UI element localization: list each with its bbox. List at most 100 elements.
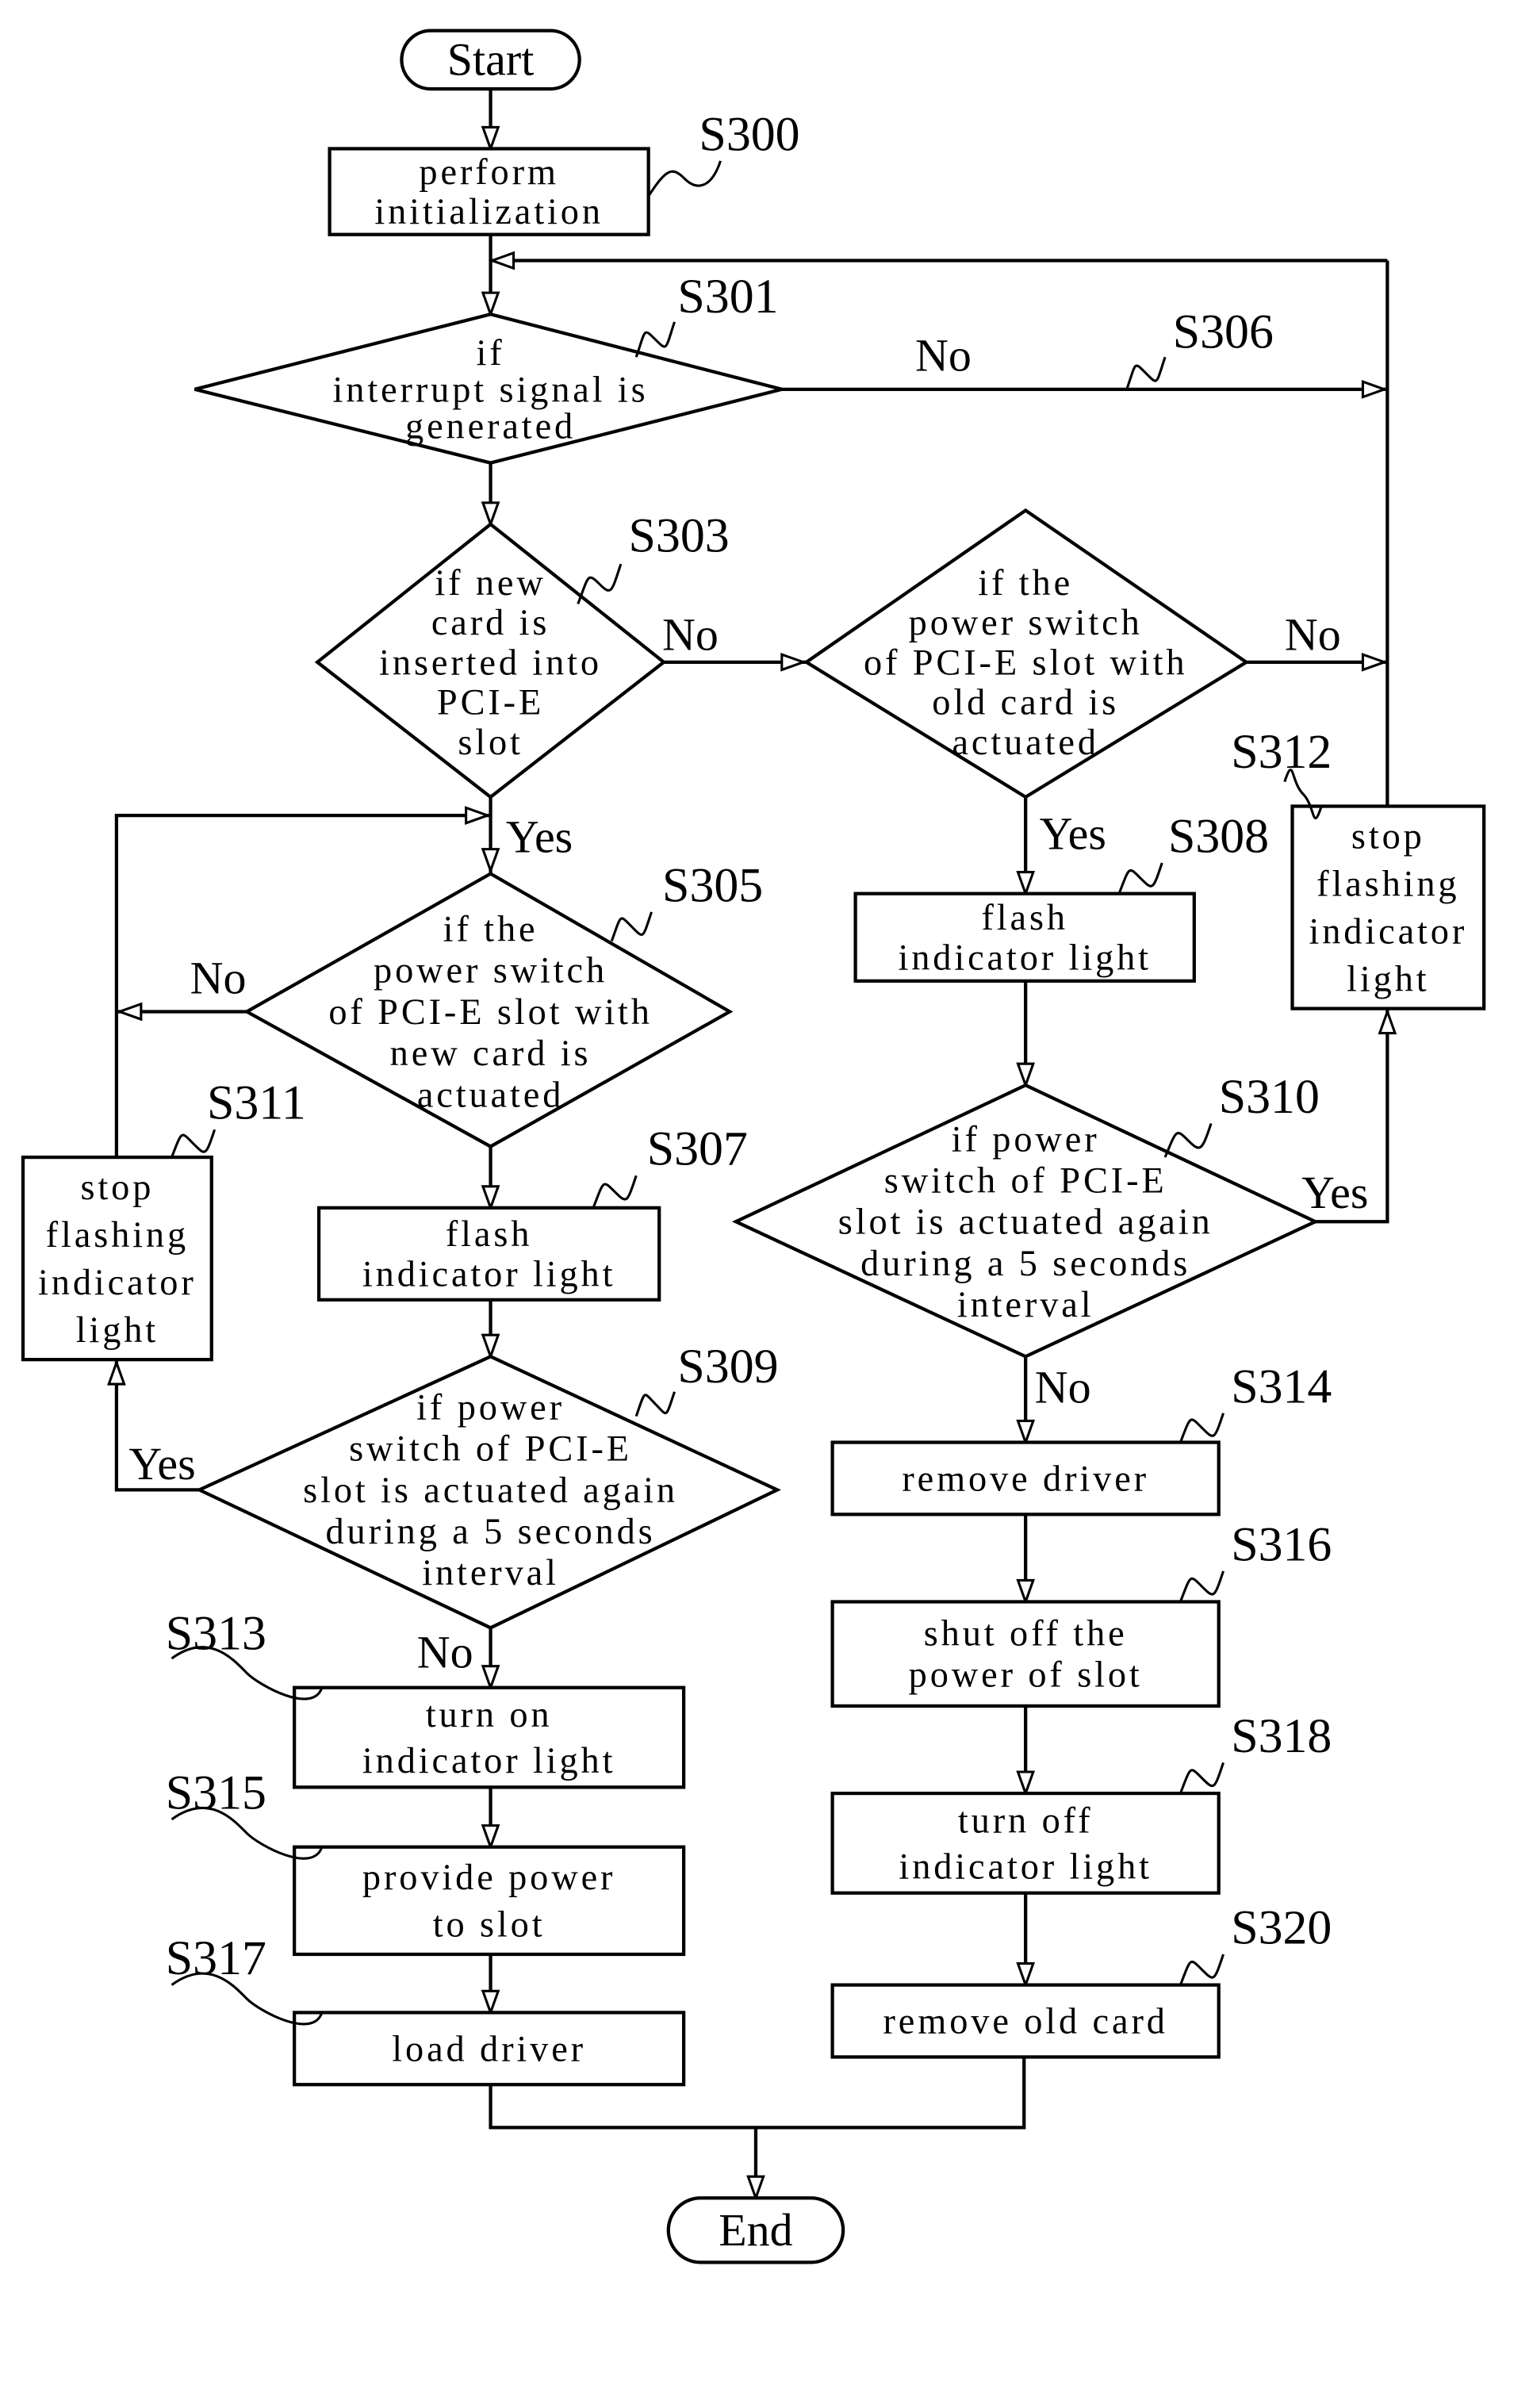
decision-diamond-s305: if thepower switchof PCI-E slot withnew …	[243, 872, 734, 1148]
arrowhead-icon	[481, 1333, 500, 1360]
decision-text-line: slot is actuated again	[303, 1470, 678, 1511]
arrowhead-icon	[481, 291, 500, 318]
decision-diamond-s309: if powerswitch of PCI-Eslot is actuated …	[195, 1354, 782, 1630]
decision-diamond-s310: if powerswitch of PCI-Eslot is actuated …	[731, 1083, 1320, 1359]
leader-line-s308	[1117, 862, 1163, 895]
step-ref-s306: S306	[1173, 305, 1274, 359]
arrowhead-icon	[1361, 380, 1389, 399]
arrowhead-icon	[780, 652, 807, 672]
arrowhead-icon	[746, 2175, 765, 2202]
edge-label-yes: Yes	[1301, 1167, 1368, 1218]
terminal-label: Start	[447, 34, 534, 86]
decision-text-line: inserted into	[379, 642, 602, 683]
leader-line-s310	[1163, 1123, 1213, 1158]
arrowhead-icon	[1361, 652, 1389, 672]
process-text-line: indicator light	[899, 1846, 1152, 1887]
decision-text-line: switch of PCI-E	[884, 1161, 1167, 1202]
step-ref-s301: S301	[677, 270, 778, 324]
decision-text-line: of PCI-E slot with	[328, 992, 652, 1033]
arrowhead-icon	[481, 1665, 500, 1692]
arrowhead-icon	[1378, 1007, 1397, 1035]
terminal-label: End	[719, 2204, 792, 2256]
process-text-line: turn off	[958, 1800, 1093, 1841]
decision-text-line: if the	[978, 563, 1073, 604]
step-ref-s311: S311	[207, 1076, 306, 1130]
step-ref-s310: S310	[1219, 1070, 1320, 1124]
edge-label-no: No	[662, 608, 719, 660]
decision-text-line: if power	[416, 1388, 565, 1428]
step-ref-s303: S303	[629, 509, 730, 563]
step-ref-s320: S320	[1231, 1900, 1332, 1954]
step-ref-s312: S312	[1231, 725, 1332, 779]
step-ref-s305: S305	[662, 858, 763, 912]
leader-line-s309	[634, 1391, 676, 1417]
edge-label-no: No	[1285, 608, 1341, 660]
step-ref-s309: S309	[677, 1340, 778, 1394]
arrowhead-icon	[1016, 1062, 1036, 1089]
step-ref-s315: S315	[166, 1766, 266, 1819]
process-text-line: to slot	[433, 1905, 546, 1946]
arrowhead-icon	[1016, 1578, 1036, 1606]
decision-text-line: actuated	[952, 723, 1098, 763]
process-text-line: indicator	[38, 1263, 197, 1303]
decision-text-line: old card is	[932, 683, 1119, 723]
process-text-line: power of slot	[909, 1655, 1143, 1696]
process-text-line: indicator	[1309, 911, 1468, 952]
leader-line-s305	[610, 911, 653, 942]
edge-label-no: No	[190, 952, 247, 1003]
process-text-line: initialization	[374, 192, 604, 232]
decision-text-line: generated	[405, 407, 576, 447]
decision-diamond-s301: ifinterrupt signal isgenerated	[194, 312, 783, 465]
process-box-s313: turn on indicator light	[293, 1685, 686, 1789]
decision-text-line: interrupt signal is	[333, 370, 649, 410]
terminal-end: End	[666, 2196, 845, 2264]
edge-label-no: No	[1035, 1361, 1091, 1413]
edge-label-no: No	[915, 330, 972, 382]
arrowhead-icon	[1016, 871, 1036, 898]
process-text-line: flash	[446, 1214, 532, 1255]
process-box-s318: turn off indicator light	[830, 1791, 1221, 1895]
decision-text-line: switch of PCI-E	[349, 1429, 632, 1470]
process-text-line: load driver	[392, 2029, 586, 2069]
arrowhead-icon	[465, 806, 492, 825]
step-ref-s314: S314	[1231, 1359, 1332, 1413]
step-ref-s300: S300	[699, 107, 799, 161]
arrowhead-icon	[481, 501, 500, 528]
process-box-s300: performinitialization	[328, 147, 650, 236]
arrowhead-icon	[481, 848, 500, 875]
arrowhead-icon	[1016, 1770, 1036, 1797]
arrowhead-icon	[481, 1989, 500, 2017]
process-text-line: indicator light	[898, 938, 1151, 978]
decision-text-line: PCI-E	[437, 683, 544, 723]
process-box-s317: load driver	[293, 2011, 686, 2087]
decision-text-line: interval	[957, 1285, 1094, 1325]
decision-text-line: of PCI-E slot with	[864, 642, 1187, 683]
process-box-s315: provide power to slot	[293, 1845, 686, 1957]
process-text-line: light	[76, 1310, 159, 1351]
flowchart-canvas: Start performinitialization ifinterrupt si…	[21, 29, 1486, 2264]
process-text-line: provide power	[362, 1858, 615, 1898]
process-text-line: stop	[1351, 817, 1425, 857]
leader-line-s307	[592, 1175, 638, 1209]
step-ref-s316: S316	[1231, 1517, 1332, 1571]
process-text-line: shut off the	[924, 1614, 1128, 1655]
decision-text-line: if the	[443, 910, 538, 950]
decision-diamond-s304: if thepower switchof PCI-E slot withold …	[803, 508, 1250, 799]
arrowhead-icon	[116, 1002, 143, 1022]
process-text-line: turn on	[426, 1695, 553, 1735]
process-box-s311: stop flashing indicator light	[21, 1155, 213, 1362]
step-ref-s317: S317	[166, 1931, 266, 1985]
edge-label-no: No	[417, 1627, 473, 1678]
process-box-s308: flashindicator light	[853, 891, 1196, 983]
arrowhead-icon	[1016, 1419, 1036, 1447]
decision-text-line: if power	[952, 1119, 1100, 1160]
arrowhead-icon	[481, 125, 500, 153]
decision-text-line: if	[477, 333, 505, 374]
process-box-s307: flashindicator light	[316, 1206, 661, 1302]
decision-text-line: card is	[431, 603, 550, 643]
process-text-line: perform	[419, 152, 558, 193]
step-ref-s307: S307	[647, 1122, 748, 1176]
decision-text-line: during a 5 seconds	[326, 1512, 656, 1552]
leader-line-s306	[1125, 356, 1167, 390]
arrowhead-icon	[488, 251, 515, 270]
